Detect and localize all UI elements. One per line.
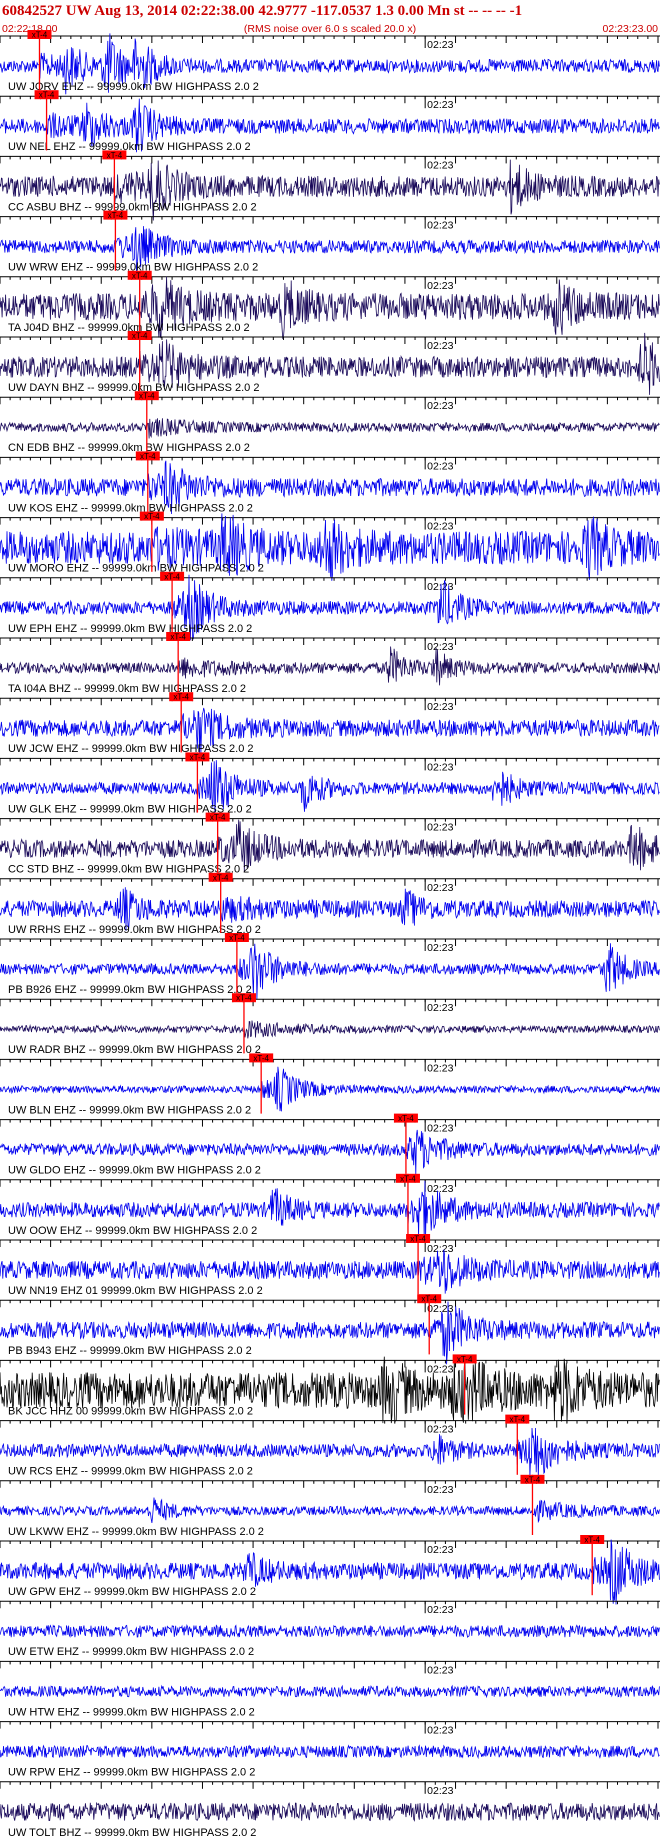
pick-label: xT-4 xyxy=(190,753,206,762)
pick-label: xT-4 xyxy=(173,693,189,702)
pick-label: xT-4 xyxy=(400,1174,416,1183)
pick-label: xT-4 xyxy=(210,813,226,822)
pick-label: xT-4 xyxy=(410,1235,426,1244)
minute-label: 02:23 xyxy=(427,882,453,894)
pick-label: xT-4 xyxy=(229,934,245,943)
end-time: 02:23:23.00 xyxy=(603,23,659,35)
pick-label: xT-4 xyxy=(132,332,148,341)
station-label: UW GPW EHZ -- 99999.0km BW HIGHPASS 2.0 … xyxy=(8,1586,256,1598)
station-label: UW RCS EHZ -- 99999.0km BW HIGHPASS 2.0 … xyxy=(8,1466,253,1478)
station-label: PB B943 EHZ -- 99999.0km BW HIGHPASS 2.0… xyxy=(8,1345,252,1357)
minute-label: 02:23 xyxy=(427,1604,453,1616)
minute-label: 02:23 xyxy=(427,340,453,352)
minute-label: 02:23 xyxy=(427,1303,453,1315)
station-label: UW KOS EHZ -- 99999.0km BW HIGHPASS 2.0 … xyxy=(8,502,253,514)
station-label: UW NEL EHZ -- 99999.0km BW HIGHPASS 2.0 … xyxy=(8,141,251,153)
minute-label: 02:23 xyxy=(427,942,453,954)
station-label: UW NN19 EHZ 01 99999.0km BW HIGHPASS 2.0… xyxy=(8,1285,263,1297)
minute-label: 02:23 xyxy=(427,701,453,713)
minute-label: 02:23 xyxy=(427,1062,453,1074)
station-label: UW TOLT BHZ -- 99999.0km BW HIGHPASS 2.0… xyxy=(8,1827,256,1838)
pick-label: xT-4 xyxy=(144,512,160,521)
station-label: UW EPH EHZ -- 99999.0km BW HIGHPASS 2.0 … xyxy=(8,623,252,635)
minute-label: 02:23 xyxy=(427,39,453,51)
plot-background xyxy=(0,0,660,1838)
station-label: UW LKWW EHZ -- 99999.0km BW HIGHPASS 2.0… xyxy=(8,1526,264,1538)
station-label: CC ASBU BHZ -- 99999.0km BW HIGHPASS 2.0… xyxy=(8,201,257,213)
minute-label: 02:23 xyxy=(427,280,453,292)
minute-label: 02:23 xyxy=(427,641,453,653)
pick-label: xT-4 xyxy=(39,91,55,100)
station-label: UW RPW EHZ -- 99999.0km BW HIGHPASS 2.0 … xyxy=(8,1767,255,1779)
minute-label: 02:23 xyxy=(427,1725,453,1737)
pick-label: xT-4 xyxy=(164,572,180,581)
minute-label: 02:23 xyxy=(427,1484,453,1496)
minute-label: 02:23 xyxy=(427,521,453,533)
station-label: UW JCW EHZ -- 99999.0km BW HIGHPASS 2.0 … xyxy=(8,743,254,755)
station-label: PB B926 EHZ -- 99999.0km BW HIGHPASS 2.0… xyxy=(8,984,252,996)
pick-label: xT-4 xyxy=(213,873,229,882)
minute-label: 02:23 xyxy=(427,1123,453,1135)
minute-label: 02:23 xyxy=(427,1544,453,1556)
minute-label: 02:23 xyxy=(427,159,453,171)
station-label: UW OOW EHZ -- 99999.0km BW HIGHPASS 2.0 … xyxy=(8,1225,257,1237)
pick-label: xT-4 xyxy=(584,1536,600,1545)
minute-label: 02:23 xyxy=(427,1002,453,1014)
minute-label: 02:23 xyxy=(427,761,453,773)
station-label: UW GLDO EHZ -- 99999.0km BW HIGHPASS 2.0… xyxy=(8,1165,261,1177)
station-label: UW MORO EHZ -- 99999.0km BW HIGHPASS 2.0… xyxy=(8,563,264,575)
pick-label: xT-4 xyxy=(139,392,155,401)
station-label: CN EDB BHZ -- 99999.0km BW HIGHPASS 2.0 … xyxy=(8,442,250,454)
minute-label: 02:23 xyxy=(427,581,453,593)
station-label: TA I04A BHZ -- 99999.0km BW HIGHPASS 2.0… xyxy=(8,683,246,695)
station-label: BK JCC HHZ 00 99999.0km BW HIGHPASS 2.0 … xyxy=(8,1405,253,1417)
pick-label: xT-4 xyxy=(107,151,123,160)
pick-label: xT-4 xyxy=(108,211,124,220)
station-label: UW DAYN BHZ -- 99999.0km BW HIGHPASS 2.0… xyxy=(8,382,259,394)
pick-label: xT-4 xyxy=(421,1295,437,1304)
pick-label: xT-4 xyxy=(236,994,252,1003)
minute-label: 02:23 xyxy=(427,220,453,232)
station-label: UW RRHS EHZ -- 99999.0km BW HIGHPASS 2.0… xyxy=(8,924,261,936)
minute-label: 02:23 xyxy=(427,1424,453,1436)
minute-label: 02:23 xyxy=(427,99,453,111)
minute-label: 02:23 xyxy=(427,1785,453,1797)
pick-label: xT-4 xyxy=(170,633,186,642)
pick-label: xT-4 xyxy=(253,1054,269,1063)
pick-label: xT-4 xyxy=(510,1415,526,1424)
minute-label: 02:23 xyxy=(427,1243,453,1255)
minute-label: 02:23 xyxy=(427,1664,453,1676)
pick-label: xT-4 xyxy=(398,1114,414,1123)
station-label: UW RADR BHZ -- 99999.0km BW HIGHPASS 2.0… xyxy=(8,1044,261,1056)
pick-label: xT-4 xyxy=(457,1355,473,1364)
seismogram-plot: 60842527 UW Aug 13, 2014 02:22:38.00 42.… xyxy=(0,0,660,1838)
pick-label: xT-4 xyxy=(525,1475,541,1484)
rms-note: (RMS noise over 6.0 s scaled 20.0 x) xyxy=(244,23,416,35)
pick-label: xT-4 xyxy=(140,452,156,461)
station-label: UW HTW EHZ -- 99999.0km BW HIGHPASS 2.0 … xyxy=(8,1706,255,1718)
minute-label: 02:23 xyxy=(427,822,453,834)
pick-label: xT-4 xyxy=(132,271,148,280)
minute-label: 02:23 xyxy=(427,460,453,472)
station-label: UW BLN EHZ -- 99999.0km BW HIGHPASS 2.0 … xyxy=(8,1104,251,1116)
pick-label: xT-4 xyxy=(32,31,48,40)
event-title: 60842527 UW Aug 13, 2014 02:22:38.00 42.… xyxy=(2,3,522,19)
minute-label: 02:23 xyxy=(427,400,453,412)
minute-label: 02:23 xyxy=(427,1363,453,1375)
station-label: UW ETW EHZ -- 99999.0km BW HIGHPASS 2.0 … xyxy=(8,1646,254,1658)
minute-label: 02:23 xyxy=(427,1183,453,1195)
